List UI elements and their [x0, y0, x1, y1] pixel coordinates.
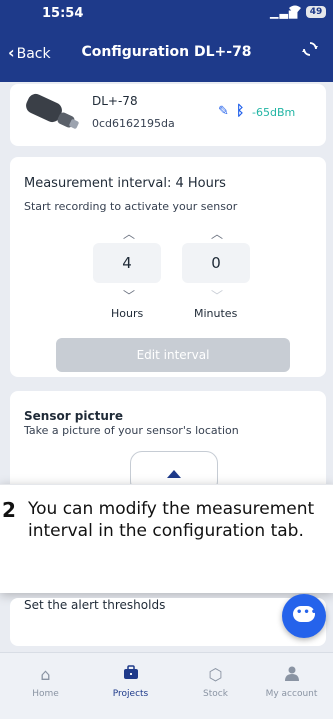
- bluetooth-icon: ᛒ: [236, 103, 245, 119]
- alert-thresholds-label: Set the alert thresholds: [24, 598, 166, 612]
- minutes-increase-icon[interactable]: ︿: [211, 225, 223, 242]
- measurement-title: Measurement interval: 4 Hours: [24, 176, 226, 191]
- tutorial-message: You can modify the measurement interval …: [28, 499, 315, 541]
- measurement-card: Measurement interval: 4 Hours Start reco…: [10, 157, 326, 377]
- sensor-picture-subtitle: Take a picture of your sensor's location: [24, 424, 239, 437]
- alert-thresholds-card[interactable]: Set the alert thresholds: [10, 598, 326, 646]
- hours-decrease-icon[interactable]: ﹀: [123, 287, 135, 304]
- wifi-icon: [288, 4, 302, 20]
- nav-stock-label: Stock: [203, 689, 228, 699]
- battery-indicator: 49: [306, 6, 326, 18]
- home-icon: ⌂: [40, 665, 51, 684]
- sensor-name: DL+-78: [92, 94, 138, 108]
- camera-icon: [167, 470, 181, 478]
- step-number: 2: [2, 498, 16, 522]
- nav-projects[interactable]: Projects: [89, 653, 172, 719]
- sensor-image: [22, 92, 82, 134]
- page-title: Configuration DL+-78: [81, 44, 252, 60]
- sensor-card: DL+-78 0cd6162195da ✎ ᛒ -65dBm: [10, 84, 326, 146]
- nav-home-label: Home: [32, 689, 59, 699]
- chat-dots-icon: •••: [296, 607, 319, 618]
- nav-projects-label: Projects: [112, 689, 149, 699]
- app-header: ‹ Back Configuration DL+-78: [0, 26, 333, 82]
- status-bar: 15:54 ▁▃▅ 49: [0, 0, 333, 26]
- sensor-id: 0cd6162195da: [92, 117, 175, 130]
- minutes-value[interactable]: 0: [182, 243, 250, 283]
- nav-home[interactable]: ⌂ Home: [4, 653, 87, 719]
- minutes-label: Minutes: [194, 307, 238, 320]
- nav-my-account[interactable]: My account: [250, 653, 333, 719]
- refresh-icon[interactable]: [302, 41, 318, 61]
- status-time: 15:54: [42, 6, 84, 21]
- measurement-subtitle: Start recording to activate your sensor: [24, 200, 238, 213]
- nav-stock[interactable]: ⬡ Stock: [174, 653, 257, 719]
- edit-interval-button[interactable]: Edit interval: [56, 338, 290, 372]
- tutorial-overlay: 2 You can modify the measurement interva…: [0, 484, 333, 593]
- bottom-nav: ⌂ Home Projects ⬡ Stock My account: [0, 652, 333, 719]
- hours-increase-icon[interactable]: ︿: [123, 225, 135, 242]
- box-icon: ⬡: [208, 665, 223, 684]
- rssi-value: -65dBm: [252, 106, 296, 119]
- user-icon: [250, 665, 333, 683]
- briefcase-icon: [89, 665, 172, 683]
- chat-button[interactable]: •••: [282, 594, 326, 638]
- hours-value[interactable]: 4: [93, 243, 161, 283]
- nav-my-account-label: My account: [265, 689, 318, 699]
- minutes-decrease-icon[interactable]: ﹀: [211, 287, 223, 304]
- edit-icon[interactable]: ✎: [218, 104, 229, 119]
- hours-label: Hours: [111, 307, 144, 320]
- sensor-picture-title: Sensor picture: [24, 409, 123, 423]
